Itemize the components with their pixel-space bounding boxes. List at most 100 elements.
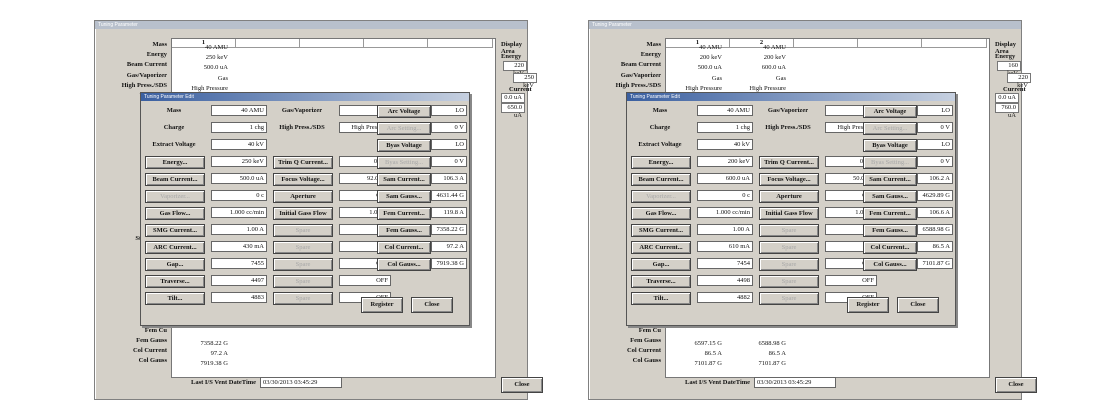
param-button[interactable]: Beam Current... (631, 173, 691, 186)
param-value-field[interactable]: 40 AMU (697, 105, 753, 116)
param-button[interactable]: Gap... (631, 258, 691, 271)
param-value-field[interactable]: 40 AMU (211, 105, 267, 116)
param-button[interactable]: Initial Gass Flow (273, 207, 333, 220)
param-value-field[interactable]: 1.00 A (697, 224, 753, 235)
param-button[interactable]: ARC Current... (145, 241, 205, 254)
param-value-field[interactable]: 7919.38 G (431, 258, 467, 269)
param-value-field[interactable]: 7101.87 G (917, 258, 953, 269)
param-value-field[interactable]: 4498 (697, 275, 753, 286)
column-header (236, 39, 300, 48)
param-button[interactable]: Focus Voltage... (759, 173, 819, 186)
param-button[interactable]: Fem Current... (377, 207, 431, 220)
param-value-field[interactable]: LO (917, 139, 953, 150)
param-button[interactable]: Gap... (145, 258, 205, 271)
param-button[interactable]: Col Current... (863, 241, 917, 254)
dialog-close-button[interactable]: Close (411, 297, 453, 313)
register-button[interactable]: Register (361, 297, 403, 313)
param-button[interactable]: Energy... (145, 156, 205, 169)
param-value-field[interactable]: 500.0 uA (211, 173, 267, 184)
param-button[interactable]: Arc Voltage (377, 105, 431, 118)
param-value-field[interactable]: LO (431, 139, 467, 150)
param-button[interactable]: Traverse... (145, 275, 205, 288)
table-cell: 40 AMU (205, 44, 228, 51)
param-button[interactable]: Byas Voltage (377, 139, 431, 152)
param-value-field[interactable]: 610 mA (697, 241, 753, 252)
param-button[interactable]: Sam Current... (863, 173, 917, 186)
last-vent-field[interactable]: 03/30/2013 03:45:29 (754, 377, 836, 388)
param-value-field[interactable]: 4883 (211, 292, 267, 303)
param-button[interactable]: Arc Voltage (863, 105, 917, 118)
param-value-field[interactable]: 7358.22 G (431, 224, 467, 235)
param-button[interactable]: Fem Current... (863, 207, 917, 220)
param-value-field[interactable]: 250 keV (211, 156, 267, 167)
close-button[interactable]: Close (995, 377, 1037, 393)
dialog-close-button[interactable]: Close (897, 297, 939, 313)
param-value-field[interactable]: 1.00 A (211, 224, 267, 235)
param-value-field[interactable]: LO (917, 105, 953, 116)
param-button[interactable]: Col Current... (377, 241, 431, 254)
param-value-field[interactable]: 1.000 cc/min (697, 207, 753, 218)
param-button[interactable]: SMG Current... (145, 224, 205, 237)
param-button[interactable]: Energy... (631, 156, 691, 169)
param-button[interactable]: ARC Current... (631, 241, 691, 254)
column-header (428, 39, 493, 48)
param-value-field[interactable]: LO (431, 105, 467, 116)
param-value-field[interactable]: 1.000 cc/min (211, 207, 267, 218)
param-button[interactable]: Tilt... (631, 292, 691, 305)
param-value-field[interactable]: 106.3 A (431, 173, 467, 184)
energy-label: Energy (995, 53, 1016, 60)
param-button[interactable]: SMG Current... (631, 224, 691, 237)
param-value-field[interactable]: 200 keV (697, 156, 753, 167)
param-value-field[interactable]: 7455 (211, 258, 267, 269)
param-value-field: 0 c (211, 190, 267, 201)
param-value-field[interactable]: 600.0 uA (697, 173, 753, 184)
param-button[interactable]: Aperture (759, 190, 819, 203)
param-button[interactable]: Trim Q Current... (759, 156, 819, 169)
param-button[interactable]: Sam Gauss... (377, 190, 431, 203)
param-value-field[interactable]: 106.6 A (917, 207, 953, 218)
param-button[interactable]: Beam Current... (145, 173, 205, 186)
param-button[interactable]: Initial Gass Flow (759, 207, 819, 220)
param-value-field[interactable]: 1 chg (211, 122, 267, 133)
param-button[interactable]: Trim Q Current... (273, 156, 333, 169)
param-button[interactable]: Tilt... (145, 292, 205, 305)
param-value-field[interactable]: 97.2 A (431, 241, 467, 252)
param-button[interactable]: Col Gauss... (377, 258, 431, 271)
row-label: Energy (640, 51, 661, 59)
param-value-field[interactable]: 4629.89 G (917, 190, 953, 201)
row-label: Fem Cu (144, 326, 167, 334)
table-cell: 200 keV (699, 54, 722, 62)
row-label: Col Current (132, 347, 167, 354)
param-button[interactable]: Fem Gauss... (377, 224, 431, 237)
param-button[interactable]: Sam Gauss... (863, 190, 917, 203)
param-value-field[interactable]: 40 kV (697, 139, 753, 150)
dialog-title-bar: Tuning Parameter Edit (627, 93, 955, 101)
param-button[interactable]: Sam Current... (377, 173, 431, 186)
register-button[interactable]: Register (847, 297, 889, 313)
param-value-field[interactable]: 6588.98 G (917, 224, 953, 235)
param-button[interactable]: Gas Flow... (145, 207, 205, 220)
row-label: Gas/Vaporizer (126, 71, 167, 79)
param-button: Spare (273, 275, 333, 288)
param-value-field[interactable]: 1 chg (697, 122, 753, 133)
param-value-field[interactable]: 4631.44 G (431, 190, 467, 201)
close-button[interactable]: Close (501, 377, 543, 393)
param-value-field[interactable]: 4497 (211, 275, 267, 286)
param-value-field[interactable]: 430 mA (211, 241, 267, 252)
column-header (922, 39, 987, 48)
param-value-field[interactable]: 86.5 A (917, 241, 953, 252)
param-value-field[interactable]: 106.2 A (917, 173, 953, 184)
param-value-field[interactable]: 7454 (697, 258, 753, 269)
param-button[interactable]: Gas Flow... (631, 207, 691, 220)
param-button[interactable]: Traverse... (631, 275, 691, 288)
param-button[interactable]: Col Gauss... (863, 258, 917, 271)
param-button[interactable]: Aperture (273, 190, 333, 203)
param-button[interactable]: Byas Voltage (863, 139, 917, 152)
param-button[interactable]: Focus Voltage... (273, 173, 333, 186)
param-label: Mass (652, 107, 668, 114)
param-value-field[interactable]: 4882 (697, 292, 753, 303)
last-vent-field[interactable]: 03/30/2013 03:45:29 (260, 377, 342, 388)
param-value-field[interactable]: 119.8 A (431, 207, 467, 218)
param-button[interactable]: Fem Gauss... (863, 224, 917, 237)
param-value-field[interactable]: 40 kV (211, 139, 267, 150)
